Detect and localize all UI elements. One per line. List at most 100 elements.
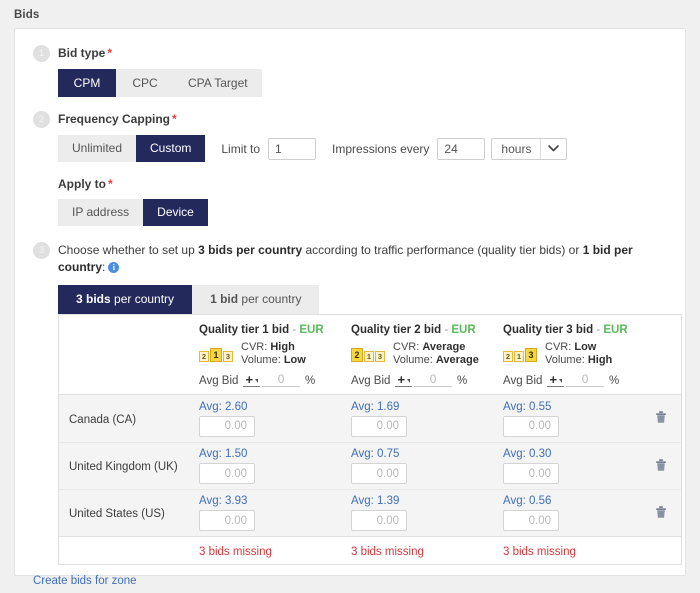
avg-value-link[interactable]: Avg: 1.69 — [351, 401, 503, 413]
tier-1-badge-c: 3 — [223, 350, 233, 362]
time-unit-select[interactable]: hours — [491, 137, 568, 160]
bid-type-label: Bid type * — [58, 45, 112, 61]
caret-down-icon — [255, 379, 259, 383]
table-row: Canada (CA) Avg: 2.60 Avg: 1.69 — [59, 395, 681, 442]
table-row: United Kingdom (UK) Avg: 1.50 Avg: 0.75 — [59, 442, 681, 489]
bid-input[interactable] — [351, 510, 407, 531]
tier-3-operator-dropdown[interactable]: + — [547, 372, 565, 387]
cell-uk-tier-1: Avg: 1.50 — [199, 448, 351, 484]
tab-1-bid-per-country[interactable]: 1 bid per country — [192, 285, 320, 314]
tier-1-badge-a: 2 — [199, 350, 209, 362]
apply-to-option-ip-address[interactable]: IP address — [58, 199, 144, 226]
tier-1-operator-dropdown[interactable]: + — [243, 372, 261, 387]
avg-value-link[interactable]: Avg: 3.93 — [199, 495, 351, 507]
bid-type-option-cpc[interactable]: CPC — [116, 69, 174, 97]
tier-1-percent-input[interactable] — [262, 374, 301, 387]
tier-2-badge-c: 3 — [375, 350, 385, 362]
bid-type-option-cpa-target[interactable]: CPA Target — [174, 69, 262, 97]
tier-3-volume-value: High — [587, 354, 613, 366]
tier-2-percent-input[interactable] — [414, 374, 453, 387]
tier-3-badge-c: 3 — [525, 347, 537, 362]
tab-3-bids-bold: 3 bids — [76, 292, 111, 306]
tier-1-cvr-label: CVR: — [241, 341, 268, 353]
trash-icon[interactable] — [655, 458, 667, 475]
trash-icon[interactable] — [655, 505, 667, 522]
bid-input[interactable] — [503, 510, 559, 531]
bids-table-wrap: 3 bids per country 1 bid per country Qua… — [58, 285, 682, 565]
apply-to-label-text: Apply to — [58, 177, 106, 191]
apply-to-option-device[interactable]: Device — [143, 199, 208, 226]
plus-icon: + — [245, 372, 254, 387]
row-actions-us — [655, 505, 699, 522]
tier-3-metrics: CVR: Low Volume: High — [545, 341, 612, 367]
tab-3-bids-per-country[interactable]: 3 bids per country — [58, 285, 193, 314]
bid-type-option-cpm[interactable]: CPM — [58, 69, 116, 97]
tier-2-badge-icon: 2 1 3 — [351, 347, 386, 362]
tier-1-dash: - — [292, 324, 297, 336]
tier-3-percent-input[interactable] — [566, 374, 605, 387]
missing-bids-status: 3 bids missing — [503, 545, 576, 558]
avg-value-link[interactable]: Avg: 2.60 — [199, 401, 351, 413]
avg-value-link[interactable]: Avg: 0.55 — [503, 401, 655, 413]
trash-icon[interactable] — [655, 410, 667, 427]
plus-icon: + — [549, 372, 558, 387]
avg-value-link[interactable]: Avg: 0.75 — [351, 448, 503, 460]
cell-uk-tier-3: Avg: 0.30 — [503, 448, 655, 484]
cell-us-tier-2: Avg: 1.39 — [351, 495, 503, 531]
limit-to-input[interactable] — [268, 137, 317, 160]
apply-to-section: Apply to * IP address Device — [58, 176, 667, 226]
bids-card: 1 Bid type * CPM CPC CPA Target 2 Frequen… — [14, 28, 686, 587]
bid-input[interactable] — [503, 415, 559, 437]
tier-2-title-text: Quality tier 2 bid — [351, 324, 442, 336]
step-number-2: 2 — [33, 111, 50, 128]
row-actions-canada — [655, 410, 699, 427]
bid-input[interactable] — [199, 510, 255, 531]
tier-3-title: Quality tier 3 bid - EUR — [503, 324, 655, 336]
avg-value-link[interactable]: Avg: 1.50 — [199, 448, 351, 460]
apply-to-segmented: IP address Device — [58, 199, 208, 226]
frequency-option-custom[interactable]: Custom — [136, 135, 206, 162]
tier-1-info: 2 1 3 CVR: High Volume: Low — [199, 341, 351, 367]
bid-input[interactable] — [351, 415, 407, 437]
impressions-every-label: Impressions every — [332, 141, 430, 156]
tab-1-bid-rest: per country — [238, 292, 302, 306]
row-actions-uk — [655, 458, 699, 475]
tier-3-avg-bid-control: Avg Bid + % — [503, 372, 655, 387]
tier-2-operator-dropdown[interactable]: + — [395, 373, 413, 387]
cell-us-tier-3: Avg: 0.56 — [503, 495, 655, 531]
bid-type-label-text: Bid type — [58, 46, 106, 60]
tier-3-title-text: Quality tier 3 bid — [503, 324, 594, 336]
tier-1-percent-sign: % — [305, 374, 316, 387]
bids-setup-text-1: Choose whether to set up — [58, 243, 199, 257]
header-tier-1: Quality tier 1 bid - EUR 2 1 3 CVR: High… — [199, 324, 351, 387]
bids-mode-tabs: 3 bids per country 1 bid per country — [58, 285, 667, 314]
avg-value-link[interactable]: Avg: 0.56 — [503, 495, 655, 507]
tier-3-percent-sign: % — [609, 374, 620, 387]
avg-value-link[interactable]: Avg: 1.39 — [351, 495, 503, 507]
bid-input[interactable] — [503, 463, 559, 484]
create-bids-for-zone-link[interactable]: Create bids for zone — [33, 575, 137, 587]
step-frequency-capping: 2 Frequency Capping * — [33, 111, 667, 128]
bid-input[interactable] — [351, 463, 407, 484]
tier-2-percent-sign: % — [457, 374, 468, 387]
country-label: Canada (CA) — [69, 413, 137, 426]
frequency-capping-label-text: Frequency Capping — [58, 112, 171, 126]
tier-2-badge-b: 1 — [364, 350, 374, 362]
caret-down-icon — [559, 379, 563, 383]
tier-3-info: 2 1 3 CVR: Low Volume: High — [503, 341, 655, 367]
tier-2-currency: EUR — [451, 324, 476, 336]
bid-input[interactable] — [199, 463, 255, 484]
bids-table-body: Canada (CA) Avg: 2.60 Avg: 1.69 — [59, 394, 681, 536]
tier-1-avg-bid-label: Avg Bid — [199, 374, 239, 387]
tier-3-avg-bid-label: Avg Bid — [503, 374, 543, 387]
bid-input[interactable] — [199, 415, 255, 437]
bids-setup-text-2: according to traffic performance (qualit… — [302, 243, 583, 257]
row-country-us: United States (US) — [59, 506, 199, 520]
country-label: United Kingdom (UK) — [69, 461, 178, 473]
impressions-every-input[interactable] — [437, 137, 486, 160]
cell-canada-tier-1: Avg: 2.60 — [199, 401, 351, 437]
frequency-option-unlimited[interactable]: Unlimited — [58, 135, 137, 162]
tier-2-dash: - — [444, 324, 449, 336]
avg-value-link[interactable]: Avg: 0.30 — [503, 448, 655, 460]
info-icon[interactable]: i — [108, 262, 120, 273]
